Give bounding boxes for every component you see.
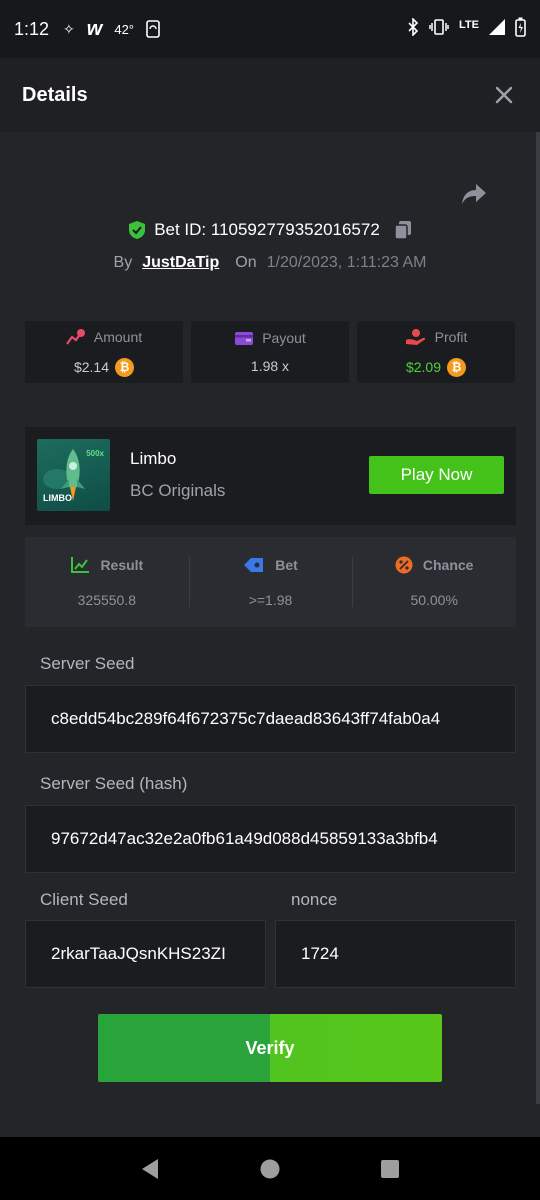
thumb-title: LIMBO	[43, 493, 72, 503]
network-type: LTE	[459, 19, 479, 31]
payout-label: Payout	[262, 330, 306, 346]
share-button[interactable]	[460, 182, 492, 210]
percent-icon	[395, 556, 413, 574]
server-seed-label: Server Seed	[40, 654, 135, 673]
bitcoin-icon: ₿	[115, 357, 135, 377]
result-column: Result 325550.8	[25, 537, 189, 627]
money-bag-icon	[65, 328, 85, 345]
page-title: Details	[22, 83, 88, 106]
bitcoin-icon: ₿	[447, 357, 467, 377]
wallet-icon	[235, 332, 254, 345]
verify-button[interactable]: Verify	[98, 1014, 442, 1082]
vibrate-icon	[429, 18, 449, 40]
bet-meta-row: By JustDaTip On 1/20/2023, 1:11:23 AM	[0, 254, 540, 272]
nonce-field[interactable]: 1724	[275, 920, 516, 988]
server-hash-label: Server Seed (hash)	[40, 774, 188, 793]
close-button[interactable]	[490, 81, 518, 109]
recents-button[interactable]	[375, 1154, 405, 1184]
amount-label: Amount	[93, 328, 143, 345]
copy-button[interactable]	[394, 220, 412, 240]
game-provider: BC Originals	[130, 481, 226, 500]
details-panel: Bet ID: 110592779352016572 By JustDaTip …	[0, 132, 540, 1137]
profit-label: Profit	[434, 328, 468, 345]
profit-value: $2.09	[405, 359, 442, 375]
on-label: On	[235, 254, 257, 271]
details-header: Details	[0, 58, 540, 132]
play-now-button[interactable]: Play Now	[369, 456, 504, 494]
result-label: Result	[100, 557, 144, 573]
hand-coin-icon	[405, 328, 425, 345]
chance-label: Chance	[422, 557, 474, 573]
copy-icon	[394, 221, 411, 240]
tag-icon	[244, 558, 264, 572]
sparkle-icon: ✧	[63, 20, 75, 37]
payout-card: Payout 1.98 x	[191, 321, 349, 383]
status-time: 1:12	[14, 18, 50, 39]
client-seed-field[interactable]: 2rkarTaaJQsnKHS23ZI	[25, 920, 266, 988]
bet-id-row: Bet ID: 110592779352016572	[0, 220, 540, 240]
nonce-label: nonce	[291, 890, 338, 909]
shield-check-icon	[129, 221, 146, 239]
phone-sync-icon	[146, 20, 160, 38]
home-button[interactable]	[255, 1154, 285, 1184]
w-logo-icon: w	[86, 17, 103, 40]
bet-id: Bet ID: 110592779352016572	[154, 220, 380, 239]
bet-label: Bet	[275, 557, 298, 573]
bet-column: Bet >=1.98	[188, 537, 353, 627]
payout-value: 1.98 x	[250, 358, 290, 374]
trend-chart-icon	[71, 557, 90, 573]
profit-card: Profit $2.09 ₿	[357, 321, 515, 383]
chance-column: Chance 50.00%	[352, 537, 516, 627]
game-card: 500x LIMBO Limbo BC Originals Play Now	[25, 427, 516, 525]
recents-square-icon	[381, 1159, 399, 1178]
results-panel: Result 325550.8 Bet >=1.98 Chance 50.00%	[25, 537, 516, 627]
temperature-text: 42°	[114, 21, 135, 37]
bet-value: >=1.98	[248, 592, 293, 608]
result-value: 325550.8	[77, 592, 137, 608]
by-label: By	[113, 254, 133, 271]
android-nav-bar	[0, 1137, 540, 1200]
server-seed-field[interactable]: c8edd54bc289f64f672375c7daead83643ff74fa…	[25, 685, 516, 753]
back-button[interactable]	[135, 1154, 165, 1184]
signal-icon	[489, 18, 505, 40]
amount-card: Amount $2.14 ₿	[25, 321, 183, 383]
thumb-multiplier: 500x	[86, 449, 104, 458]
close-icon	[495, 86, 513, 104]
share-icon	[462, 184, 486, 204]
scrollbar[interactable]	[536, 132, 540, 1104]
game-thumbnail[interactable]: 500x LIMBO	[37, 439, 110, 511]
game-name: Limbo	[130, 449, 177, 468]
home-circle-icon	[260, 1159, 280, 1178]
bluetooth-icon	[407, 16, 419, 41]
amount-value: $2.14	[73, 359, 110, 375]
bet-date: 1/20/2023, 1:11:23 AM	[266, 254, 427, 271]
server-hash-field[interactable]: 97672d47ac32e2a0fb61a49d088d45859133a3bf…	[25, 805, 516, 873]
back-triangle-icon	[142, 1158, 158, 1179]
battery-icon	[515, 17, 526, 42]
client-seed-label: Client Seed	[40, 890, 128, 909]
status-bar: 1:12 ✧ w 42° LTE	[0, 0, 540, 58]
username-link[interactable]: JustDaTip	[142, 254, 219, 272]
chance-value: 50.00%	[410, 592, 458, 608]
